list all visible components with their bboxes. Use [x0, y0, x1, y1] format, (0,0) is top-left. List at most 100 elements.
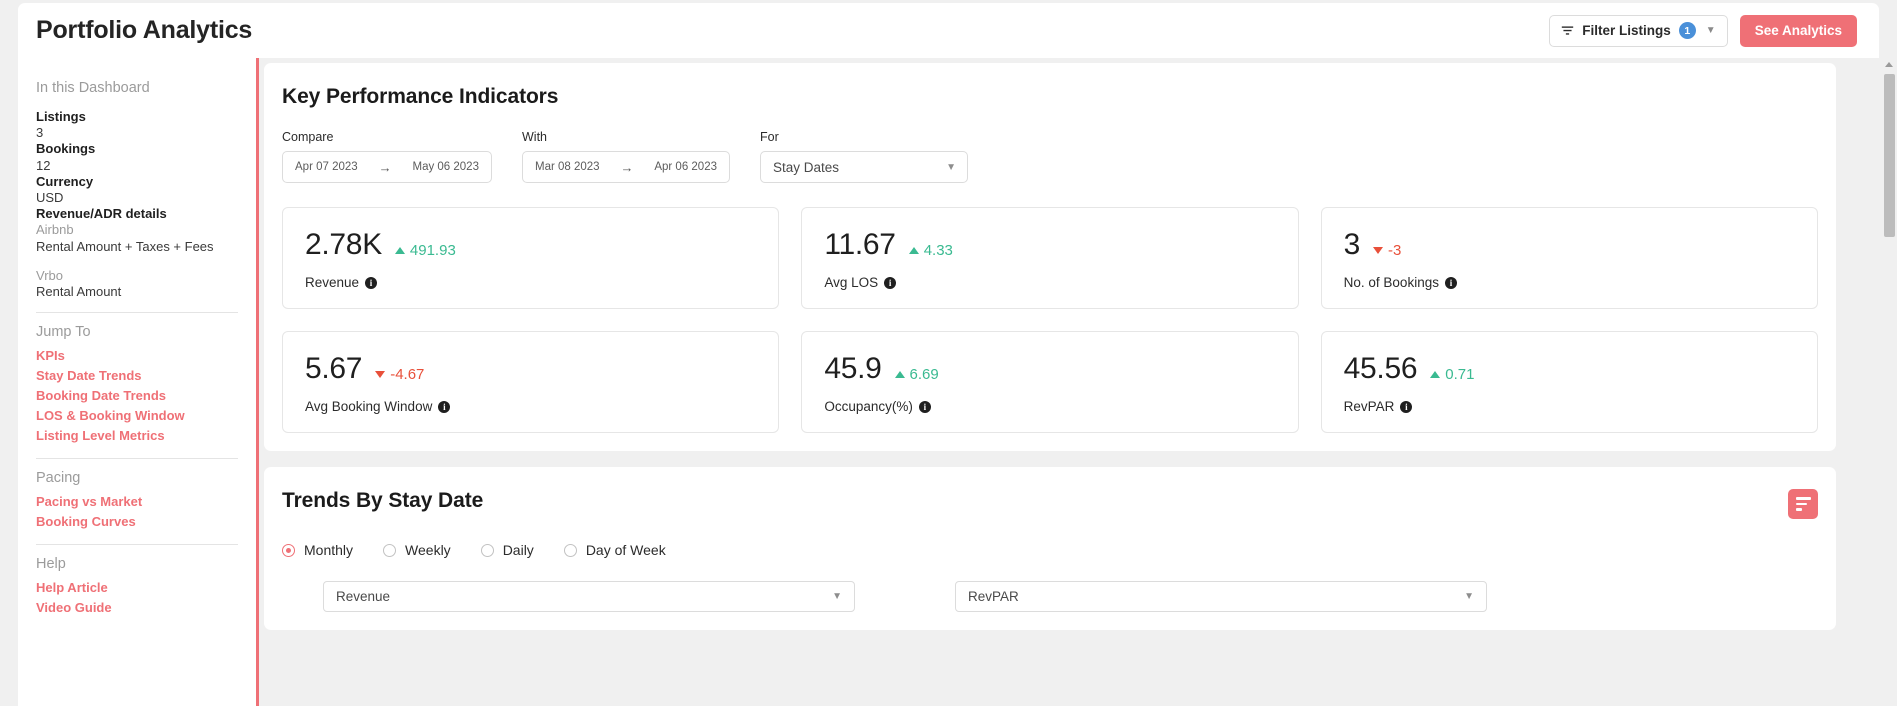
trends-section-title: Trends By Stay Date [282, 489, 484, 512]
kpi-label: Occupancy(%) [824, 399, 913, 414]
kpi-delta-value: -4.67 [390, 366, 425, 383]
info-icon[interactable]: i [438, 400, 451, 413]
vertical-scrollbar-thumb[interactable] [1884, 74, 1895, 237]
kpi-top: 11.67 4.33 [824, 228, 1275, 262]
sidebar-stat-currency: Currency USD [36, 174, 238, 206]
bar-line-3 [1795, 508, 1802, 511]
page-title: Portfolio Analytics [36, 16, 253, 44]
sidebar-item-pacing-vs-market[interactable]: Pacing vs Market [36, 492, 238, 512]
channel-name-vrbo: Vrbo [36, 267, 63, 283]
date-type-select[interactable]: Stay Dates ▼ [760, 151, 968, 183]
stat-value: USD [36, 190, 64, 206]
kpi-top: 45.56 0.71 [1344, 352, 1795, 386]
triangle-up-icon [394, 247, 405, 254]
radio-monthly[interactable]: Monthly [282, 542, 353, 558]
info-icon[interactable]: i [884, 276, 897, 289]
triangle-down-icon [375, 371, 386, 378]
kpi-value: 2.78K [305, 228, 382, 261]
metric-left-value: Revenue [336, 589, 391, 604]
kpi-card-occupancy[interactable]: 45.9 6.69 Occupancy(%) i [801, 331, 1299, 433]
kpi-card-no-of-bookings[interactable]: 3 -3 No. of Bookings i [1320, 207, 1818, 309]
stat-key: Bookings [36, 141, 96, 157]
kpi-delta-value: 6.69 [909, 366, 939, 383]
dashboard-root: Portfolio Analytics Filter Listings 1 ▼ … [0, 0, 1897, 706]
bar-line-2 [1795, 502, 1807, 506]
sidebar-revenue-adr-details: Revenue/ADR details [36, 206, 238, 222]
compare-date-range-input[interactable]: Apr 07 2023 → May 06 2023 [282, 151, 492, 183]
kpi-value: 45.56 [1343, 352, 1418, 385]
triangle-up-icon [894, 371, 905, 378]
triangle-up-icon [908, 247, 919, 254]
kpi-top: 3 -3 [1344, 228, 1795, 262]
radio-weekly[interactable]: Weekly [383, 542, 451, 558]
kpi-label: No. of Bookings [1343, 275, 1439, 290]
radio-label: Day of Week [585, 542, 666, 558]
main-content: Key Performance Indicators Compare Apr 0… [259, 58, 1854, 706]
kpi-card-revpar[interactable]: 45.56 0.71 RevPAR i [1320, 331, 1818, 433]
channel-formula-airbnb: Rental Amount + Taxes + Fees [36, 238, 214, 254]
kpi-card-revenue[interactable]: 2.78K 491.93 Revenue i [282, 207, 780, 309]
kpi-label: Avg Booking Window [305, 399, 433, 414]
trends-options-button[interactable] [1788, 489, 1818, 519]
kpi-label-row: No. of Bookings i [1344, 275, 1795, 290]
metric-selectors-row: Revenue ▼ RevPAR ▼ [282, 581, 1818, 612]
metric-select-left[interactable]: Revenue ▼ [323, 581, 855, 612]
bar-line-1 [1795, 497, 1811, 500]
chevron-down-icon: ▼ [946, 161, 956, 173]
sidebar-stat-listings: Listings 3 [36, 109, 238, 141]
sidebar-stat-bookings: Bookings 12 [36, 141, 238, 173]
radio-indicator [480, 543, 494, 557]
radio-day-of-week[interactable]: Day of Week [563, 542, 666, 558]
radio-indicator [282, 543, 295, 557]
top-header-bar: Portfolio Analytics Filter Listings 1 ▼ … [18, 3, 1879, 58]
info-icon[interactable]: i [1400, 400, 1413, 413]
triangle-down-icon [1373, 247, 1384, 254]
with-date-range-input[interactable]: Mar 08 2023 → Apr 06 2023 [522, 151, 730, 183]
kpi-label-row: Avg LOS i [824, 275, 1275, 290]
kpi-delta-value: 4.33 [923, 242, 953, 259]
kpi-delta: 4.33 [908, 242, 953, 259]
kpi-label-row: Occupancy(%) i [824, 399, 1275, 414]
scroll-up-arrow-icon[interactable] [1885, 62, 1893, 67]
metric-right-value: RevPAR [968, 589, 1019, 604]
sidebar-group-title: In this Dashboard [36, 80, 150, 96]
with-label: With [522, 130, 547, 144]
compare-start-date: Apr 07 2023 [295, 161, 358, 173]
info-icon[interactable]: i [365, 276, 378, 289]
kpi-section: Key Performance Indicators Compare Apr 0… [264, 63, 1836, 451]
sidebar-item-kpis[interactable]: KPIs [36, 346, 238, 366]
radio-label: Daily [502, 542, 534, 558]
info-icon[interactable]: i [918, 400, 931, 413]
arrow-right-icon: → [378, 159, 392, 175]
kpi-label-row: RevPAR i [1344, 399, 1795, 414]
info-icon[interactable]: i [1444, 276, 1457, 289]
see-analytics-button[interactable]: See Analytics [1739, 14, 1857, 47]
kpi-delta-value: -3 [1388, 242, 1402, 259]
sidebar-item-stay-date-trends[interactable]: Stay Date Trends [36, 366, 238, 386]
filter-listings-label: Filter Listings [1582, 23, 1671, 38]
kpi-card-avg-los[interactable]: 11.67 4.33 Avg LOS i [801, 207, 1299, 309]
radio-indicator [383, 543, 397, 557]
sidebar: In this Dashboard Listings 3 Bookings 12… [18, 58, 256, 706]
sidebar-item-booking-curves[interactable]: Booking Curves [36, 512, 238, 532]
trends-header: Trends By Stay Date [282, 489, 1818, 519]
kpi-value: 5.67 [305, 352, 363, 385]
filter-listings-button[interactable]: Filter Listings 1 ▼ [1549, 14, 1728, 47]
sidebar-help-title: Help [36, 556, 66, 573]
kpi-section-title: Key Performance Indicators [282, 85, 559, 108]
sidebar-jump-to-title: Jump To [36, 324, 91, 341]
radio-daily[interactable]: Daily [480, 542, 534, 558]
metric-select-right[interactable]: RevPAR ▼ [955, 581, 1487, 612]
kpi-card-avg-booking-window[interactable]: 5.67 -4.67 Avg Booking Window i [282, 331, 780, 433]
for-filter-group: For Stay Dates ▼ [760, 130, 968, 183]
for-label: For [760, 130, 779, 144]
stat-key: Listings [36, 109, 86, 124]
sidebar-item-los-booking-window[interactable]: LOS & Booking Window [36, 406, 238, 426]
sidebar-item-listing-level-metrics[interactable]: Listing Level Metrics [36, 426, 238, 446]
sidebar-item-help-article[interactable]: Help Article [36, 578, 238, 598]
sidebar-item-booking-date-trends[interactable]: Booking Date Trends [36, 386, 238, 406]
kpi-top: 45.9 6.69 [824, 352, 1275, 386]
kpi-top: 2.78K 491.93 [305, 228, 756, 262]
sidebar-item-video-guide[interactable]: Video Guide [36, 598, 238, 618]
chevron-down-icon: ▼ [832, 591, 842, 602]
